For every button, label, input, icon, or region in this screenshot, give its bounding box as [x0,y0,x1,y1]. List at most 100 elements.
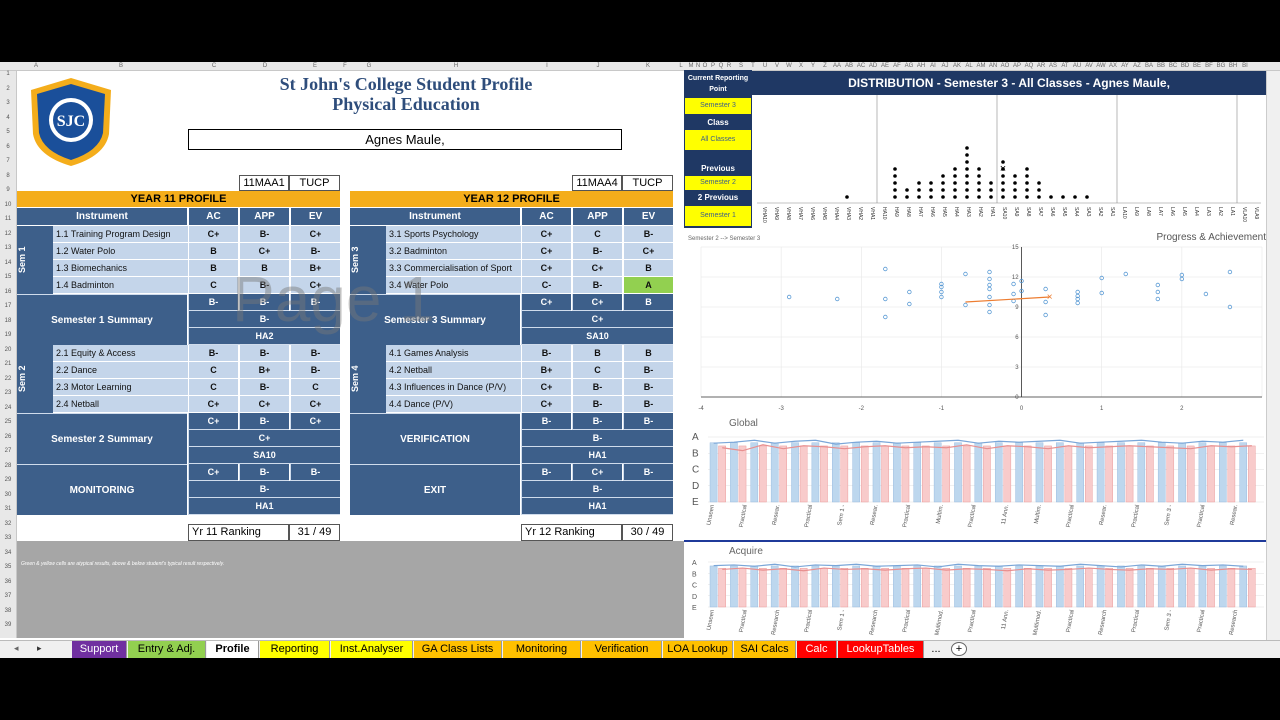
tab-loa-lookup[interactable]: LOA Lookup [663,641,733,658]
distribution-dot [893,188,897,192]
y11-grade-ac[interactable]: C+ [188,396,238,413]
tab-reporting[interactable]: Reporting [260,641,330,658]
y11-grade-ac[interactable]: C [188,362,238,379]
y11-grade-ev[interactable]: C [290,379,340,396]
distribution-dot [965,188,969,192]
global_chart-grade-label: C [692,465,699,476]
distribution-grade-label: SA2 [1097,207,1103,217]
y12-grade-app[interactable]: B- [572,379,622,396]
y12-grade-ac[interactable]: C+ [521,396,571,413]
tab-prev-icon[interactable]: ◂ [14,643,19,654]
acquire_chart-bar-blue [1096,565,1105,608]
acquire_chart-bar-red [1125,567,1134,608]
add-sheet-icon[interactable]: + [951,642,967,656]
student-name-box[interactable]: Agnes Maule, [188,129,622,150]
y12-grade-app[interactable]: C [572,226,622,243]
y12-grade-ev[interactable]: B [623,345,673,362]
y12-grade-ac[interactable]: B+ [521,362,571,379]
tab-sai-calcs[interactable]: SAI Calcs [734,641,796,658]
distribution-dot [965,174,969,178]
y12-exit-ac: B- [521,464,571,481]
global_chart-bar-blue [1056,442,1064,503]
distribution-dot [893,195,897,199]
y12-grade-ac[interactable]: B- [521,345,571,362]
tab-lookuptables[interactable]: LookupTables [838,641,924,658]
row-number: 11 [4,216,12,222]
tab-monitoring[interactable]: Monitoring [503,641,581,658]
y12-grade-ac[interactable]: C- [521,277,571,294]
y11-sem-label: Sem 2 [17,345,53,413]
y12-grade-app[interactable]: C [572,362,622,379]
y12-grade-ev[interactable]: B- [623,379,673,396]
distribution-grade-label: VHA4 [833,207,839,220]
y11-grade-app[interactable]: B+ [239,362,289,379]
global_chart-grade-label: E [692,497,699,508]
y11-grade-ac[interactable]: C [188,379,238,396]
y12-grade-ev[interactable]: B- [623,362,673,379]
y11-grade-ac[interactable]: B [188,243,238,260]
tab-inst-analyser[interactable]: Inst.Analyser [331,641,413,658]
y12-grade-ac[interactable]: C+ [521,243,571,260]
y12-class-code[interactable]: 11MAA4 [572,175,622,191]
y11-grade-ev[interactable]: C+ [290,396,340,413]
y11-grade-ac[interactable]: B- [188,345,238,362]
global_chart-bar-red [1146,445,1154,503]
two-previous-select[interactable]: Semester 1 [685,206,751,226]
y11-grade-ev[interactable]: C+ [290,226,340,243]
y12-grade-app[interactable]: C+ [572,260,622,277]
tab-ga-class-lists[interactable]: GA Class Lists [414,641,502,658]
distribution-dot [893,181,897,185]
tab-entry-adj[interactable]: Entry & Adj. [128,641,206,658]
y12-grade-app[interactable]: B- [572,243,622,260]
row-number: 33 [4,535,12,541]
y11-grade-app[interactable]: B- [239,379,289,396]
previous-select[interactable]: Semester 2 [685,176,751,190]
row-number: 14 [4,259,12,266]
distribution-grade-label: HA6 [929,207,935,217]
y12-grade-ev[interactable]: B [623,260,673,277]
tab-calc[interactable]: Calc [797,641,837,658]
y11-grade-app[interactable]: B- [239,345,289,362]
y11-teacher[interactable]: TUCP [289,175,340,191]
tab-more-button[interactable]: ... [925,641,947,658]
y12-grade-app[interactable]: B- [572,396,622,413]
y12-grade-ac[interactable]: C+ [521,260,571,277]
y12-grade-ev[interactable]: C+ [623,243,673,260]
y11-grade-ac[interactable]: C+ [188,226,238,243]
row-number: 4 [6,114,10,121]
y11-grade-ac[interactable]: C [188,277,238,294]
current-select[interactable]: Semester 3 [685,98,751,114]
y12-grade-ac[interactable]: C+ [521,226,571,243]
y12-grade-app[interactable]: B- [572,277,622,294]
y12-grade-ev[interactable]: A [623,277,673,294]
y11-class-code[interactable]: 11MAA1 [239,175,289,191]
y11-grade-ac[interactable]: B [188,260,238,277]
vertical-scrollbar[interactable] [1266,71,1280,640]
y12-grade-app[interactable]: B [572,345,622,362]
tab-next-icon[interactable]: ▸ [37,643,42,654]
class-select[interactable]: All Classes [685,130,751,150]
y11-grade-ev[interactable]: B- [290,362,340,379]
tab-profile[interactable]: Profile [207,641,259,658]
y11-grade-app[interactable]: C+ [239,243,289,260]
col-letter-k: K [645,63,650,69]
y12-grade-ev[interactable]: B- [623,226,673,243]
tab-verification[interactable]: Verification [582,641,662,658]
distribution-dot [1025,174,1029,178]
row-number: 17 [4,303,12,309]
y11-grade-app[interactable]: B- [239,226,289,243]
global_chart-bar-red [738,445,747,503]
row-number: 10 [4,201,12,208]
y11-grade-app[interactable]: C+ [239,396,289,413]
distribution-grade-label: VLA9 [1253,207,1259,219]
college-logo: SJC [27,76,115,168]
acquire_chart-bar-red [1105,567,1113,608]
tab-support[interactable]: Support [72,641,127,658]
acquire_chart-bar-blue [1157,565,1166,608]
y11-grade-ev[interactable]: B- [290,345,340,362]
y12-grade-ac[interactable]: C+ [521,379,571,396]
distribution-grade-label: VHA3 [845,207,851,220]
y12-teacher[interactable]: TUCP [622,175,673,191]
y12-grade-ev[interactable]: B- [623,396,673,413]
y11-grade-ev[interactable]: B- [290,243,340,260]
